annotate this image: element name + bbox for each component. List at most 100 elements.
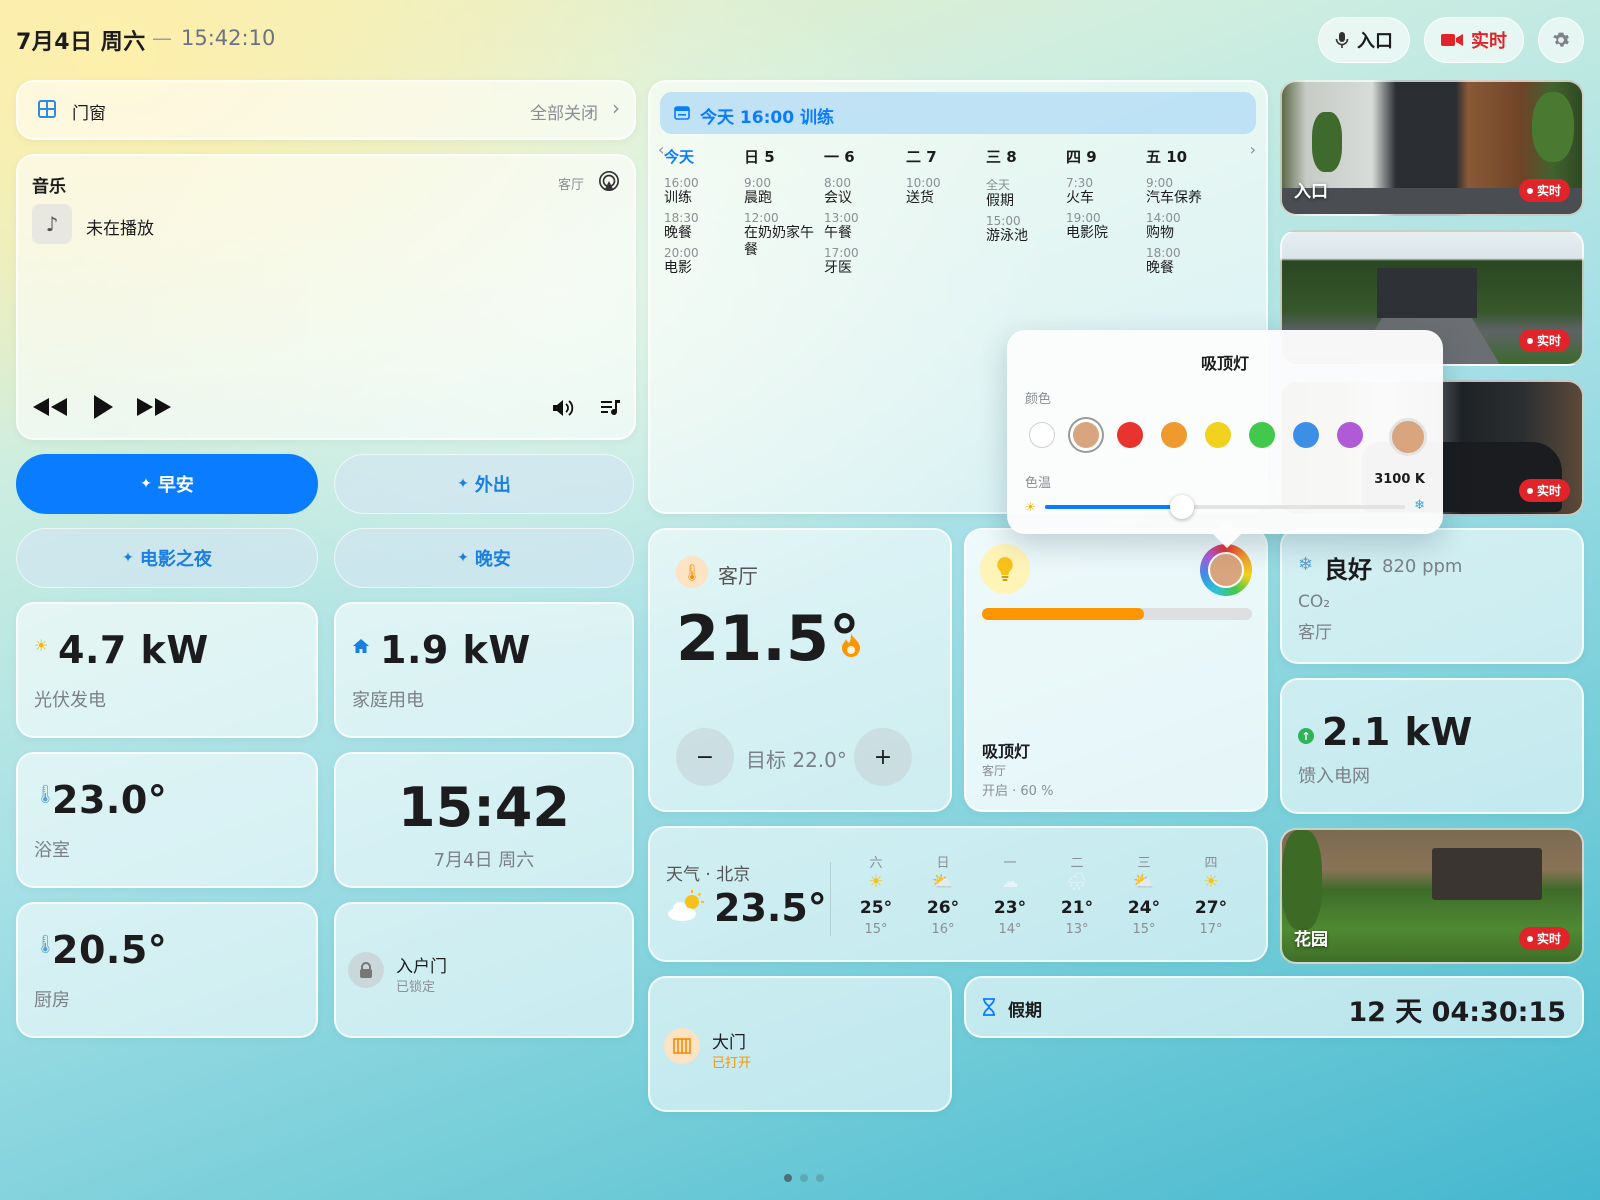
live-button[interactable]: 实时 [1424,17,1524,63]
settings-button[interactable] [1538,17,1584,63]
music-card[interactable]: 音乐 客厅 ♪ 未在播放 [16,154,636,440]
calendar-day-column[interactable]: 五 10 9:00 汽车保养 14:00 购物 18:00 晚餐 [1146,146,1226,277]
close-all-button[interactable]: 全部关闭 [530,99,598,124]
home-consumption-card[interactable]: 1.9 kW 家庭用电 [334,602,634,738]
fast-forward-icon[interactable] [136,396,172,418]
calendar-event-title[interactable]: 在奶奶家午餐 [744,225,824,259]
partly-cloudy-icon: ⛅ [932,872,954,892]
bathroom-temp-card[interactable]: 🌡 23.0° 浴室 [16,752,318,888]
calendar-event-time: 19:00 [1066,211,1101,225]
scene-goodnight-button[interactable]: ✦ 晚安 [334,528,634,588]
holiday-countdown-card[interactable]: 假期 12 天 04:30:15 [964,976,1584,1038]
microphone-icon [1335,32,1349,48]
thermostat-card[interactable]: 🌡 客厅 21.5° − 目标 22.0° + [648,528,952,812]
entrance-button[interactable]: 入口 [1318,17,1410,63]
thermostat-target: 目标 22.0° [746,748,847,772]
warm-sun-icon: ☀ [1025,500,1036,514]
increase-temp-button[interactable]: + [854,728,912,786]
calendar-event-title[interactable]: 电影院 [1066,225,1146,242]
calendar-event-title[interactable]: 火车 [1066,190,1146,207]
solar-card[interactable]: ☀ 4.7 kW 光伏发电 [16,602,318,738]
calendar-event-title[interactable]: 训练 [664,190,744,207]
calendar-event-title[interactable]: 送货 [906,190,986,207]
forecast-high: 23° [993,898,1027,918]
front-door-card[interactable]: 入户门 已锁定 [334,902,634,1038]
thermostat-room: 客厅 [718,564,758,588]
calendar-day-column[interactable]: 二 7 10:00 送货 [906,146,986,207]
color-swatch[interactable] [1205,422,1231,448]
calendar-event-title[interactable]: 假期 [986,193,1066,210]
home-value: 1.9 kW [380,628,531,672]
sparkle-icon: ✦ [457,550,469,566]
calendar-event-time: 7:30 [1066,176,1093,190]
calendar-event-time: 13:00 [824,211,859,225]
air-quality-status: 良好 [1324,556,1372,584]
calendar-day-column[interactable]: 日 5 9:00 晨跑 12:00 在奶奶家午餐 [744,146,824,259]
airplay-icon[interactable] [598,170,620,192]
color-swatch[interactable] [1293,422,1319,448]
sun-icon: ☀ [1203,872,1219,892]
calendar-event-title[interactable]: 晨跑 [744,190,824,207]
brightness-slider[interactable] [982,608,1252,620]
queue-icon[interactable] [600,398,622,418]
calendar-event-time: 20:00 [664,246,699,260]
scene-away-button[interactable]: ✦ 外出 [334,454,634,514]
grid-feed-card[interactable]: ↑ 2.1 kW 馈入电网 [1280,678,1584,814]
sparkle-icon: ✦ [122,550,134,566]
calendar-event-title[interactable]: 汽车保养 [1146,190,1226,207]
color-temp-slider[interactable] [1045,495,1405,519]
camera-entrance[interactable]: 入口 实时 [1280,80,1584,216]
scene-movie-night-button[interactable]: ✦ 电影之夜 [16,528,318,588]
sparkle-icon: ✦ [140,476,152,492]
camera-garden[interactable]: 花园 实时 [1280,828,1584,964]
page-dot[interactable] [816,1174,824,1182]
calendar-day-column[interactable]: 一 6 8:00 会议 13:00 午餐 17:00 牙医 [824,146,904,277]
calendar-day-column[interactable]: 今天 16:00 训练 18:30 晚餐 20:00 电影 [664,146,744,277]
calendar-event-title[interactable]: 晚餐 [1146,260,1226,277]
decrease-temp-button[interactable]: − [676,728,734,786]
calendar-banner[interactable]: 今天 16:00 训练 [660,92,1256,134]
doors-windows-card[interactable]: 门窗 全部关闭 › [16,80,636,140]
calendar-event-time: 18:30 [664,211,699,225]
air-quality-card[interactable]: ❄ 良好 820 ppm CO₂ 客厅 [1280,528,1584,664]
calendar-event-title[interactable]: 晚餐 [664,225,744,242]
rewind-icon[interactable] [32,396,68,418]
color-temp-knob[interactable] [1169,495,1194,519]
color-swatch[interactable] [1249,422,1275,448]
color-label: 颜色 [1025,392,1052,407]
calendar-event-title[interactable]: 游泳池 [986,228,1066,245]
calendar-event-title[interactable]: 牙医 [824,260,904,277]
page-dot[interactable] [800,1174,808,1182]
time-label: 15:42:10 [181,26,276,50]
solar-label: 光伏发电 [34,690,106,711]
calendar-event-title[interactable]: 午餐 [824,225,904,242]
light-color-popover[interactable]: 吸顶灯 颜色 色温 3100 K ☀ ❄ [1007,330,1443,534]
color-wheel-button[interactable] [1200,544,1252,596]
forecast-day: 四 [1204,856,1218,871]
ceiling-light-card[interactable]: 吸顶灯 客厅 开启 · 60 % [964,528,1268,812]
calendar-event-title[interactable]: 会议 [824,190,904,207]
calendar-event-time: 8:00 [824,176,851,190]
color-swatch[interactable] [1117,422,1143,448]
gate-card[interactable]: 大门 已打开 [648,976,952,1112]
calendar-day-column[interactable]: 四 9 7:30 火车 19:00 电影院 [1066,146,1146,242]
music-title: 音乐 [32,177,66,197]
chevron-right-icon[interactable]: › [1250,140,1256,159]
kitchen-temp-card[interactable]: 🌡 20.5° 厨房 [16,902,318,1038]
calendar-day-column[interactable]: 三 8 全天 假期 15:00 游泳池 [986,146,1066,245]
color-swatch[interactable] [1161,422,1187,448]
forecast-low: 15° [864,922,888,937]
calendar-event-title[interactable]: 购物 [1146,225,1226,242]
page-dot-active[interactable] [784,1174,792,1182]
weather-card[interactable]: 天气 · 北京 23.5° 六 ☀ 25° 15° 日 ⛅ 26° 16° 一 ☁ 23° 14° 二 🌧… [648,826,1268,962]
weather-title: 天气 · 北京 [666,865,751,885]
calendar-event-title[interactable]: 电影 [664,260,744,277]
volume-icon[interactable] [552,398,578,418]
clock-time: 15:42 [398,776,570,839]
color-swatch[interactable] [1073,422,1099,448]
color-swatch[interactable] [1029,422,1055,448]
color-swatch[interactable] [1337,422,1363,448]
play-icon[interactable] [92,394,114,420]
scene-morning-button[interactable]: ✦ 早安 [16,454,318,514]
gate-icon [664,1028,700,1064]
